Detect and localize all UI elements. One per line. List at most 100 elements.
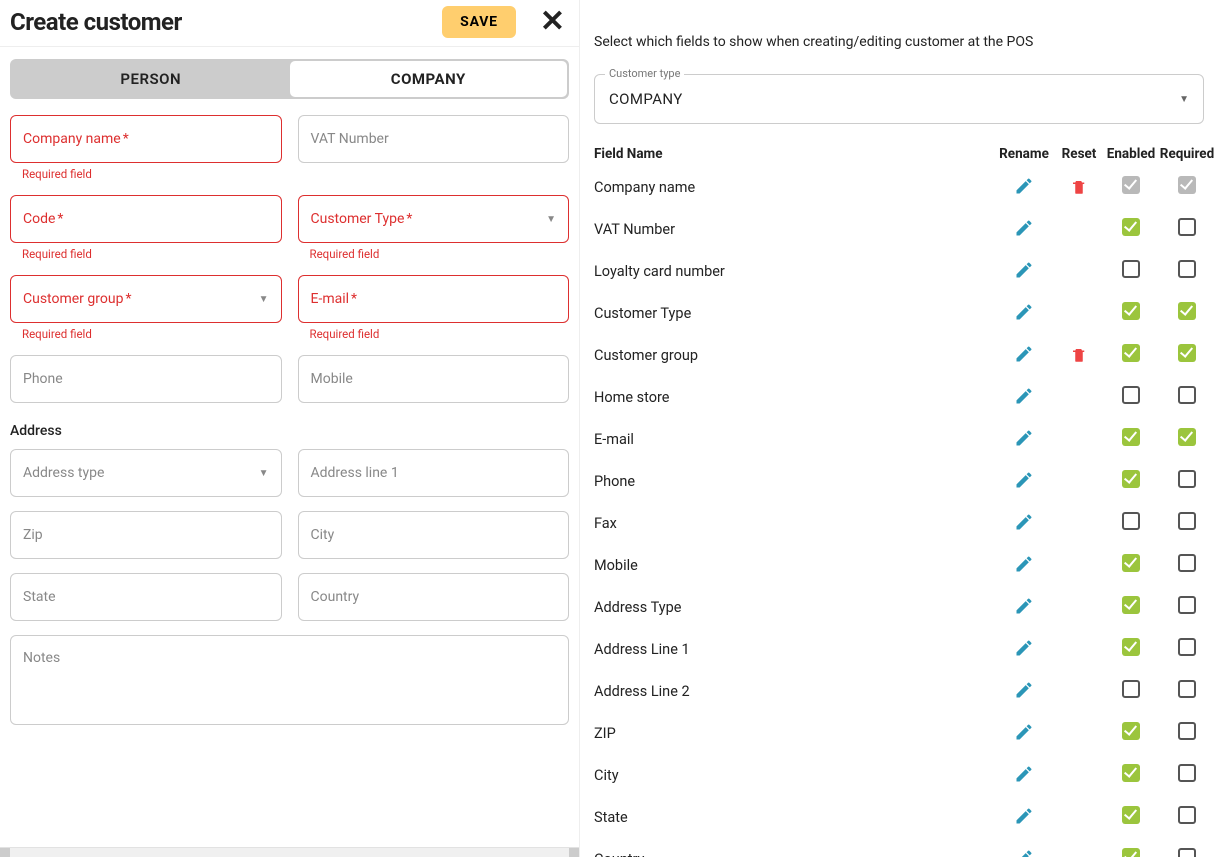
field-name-label: Mobile	[594, 557, 994, 574]
customer-type-config-select[interactable]: Customer type COMPANY ▼	[594, 74, 1204, 124]
rename-icon[interactable]	[1012, 258, 1036, 282]
notes-textarea[interactable]: Notes	[10, 635, 569, 725]
rename-icon[interactable]	[1012, 216, 1036, 240]
required-checkbox[interactable]	[1178, 260, 1196, 278]
required-checkbox[interactable]	[1178, 470, 1196, 488]
enabled-checkbox[interactable]	[1122, 554, 1140, 572]
email-input[interactable]: E-mail*	[298, 275, 570, 323]
required-checkbox[interactable]	[1178, 386, 1196, 404]
reset-icon[interactable]	[1067, 175, 1091, 199]
required-checkbox[interactable]	[1178, 554, 1196, 572]
th-reset: Reset	[1054, 146, 1104, 162]
rename-icon[interactable]	[1012, 678, 1036, 702]
customer-type-select[interactable]: Customer Type* ▼	[298, 195, 570, 243]
enabled-checkbox[interactable]	[1122, 638, 1140, 656]
config-row: City	[594, 754, 1218, 796]
rename-icon[interactable]	[1012, 636, 1036, 660]
required-checkbox[interactable]	[1178, 344, 1196, 362]
enabled-checkbox[interactable]	[1122, 722, 1140, 740]
select-value: COMPANY	[609, 90, 683, 108]
enabled-checkbox[interactable]	[1122, 218, 1140, 236]
code-input[interactable]: Code*	[10, 195, 282, 243]
company-name-input[interactable]: Company name*	[10, 115, 282, 163]
enabled-checkbox[interactable]	[1122, 848, 1140, 857]
field-label: Customer Type	[311, 211, 405, 227]
rename-icon[interactable]	[1012, 174, 1036, 198]
enabled-checkbox[interactable]	[1122, 470, 1140, 488]
vat-input[interactable]: VAT Number	[298, 115, 570, 163]
config-row: Fax	[594, 502, 1218, 544]
reset-icon[interactable]	[1067, 343, 1091, 367]
required-checkbox[interactable]	[1178, 848, 1196, 857]
config-row: Home store	[594, 376, 1218, 418]
enabled-checkbox[interactable]	[1122, 680, 1140, 698]
address-type-select[interactable]: Address type ▼	[10, 449, 282, 497]
field-name-label: City	[594, 767, 994, 784]
country-input[interactable]: Country	[298, 573, 570, 621]
field-label: E-mail	[311, 291, 350, 307]
field-config-panel: Select which fields to show when creatin…	[580, 0, 1218, 857]
rename-icon[interactable]	[1012, 426, 1036, 450]
enabled-checkbox[interactable]	[1122, 260, 1140, 278]
horizontal-scrollbar[interactable]	[0, 847, 579, 857]
rename-icon[interactable]	[1012, 804, 1036, 828]
create-customer-modal: Create customer SAVE ✕ PERSON COMPANY Co…	[0, 0, 580, 857]
config-row: Phone	[594, 460, 1218, 502]
field-name-label: Fax	[594, 515, 994, 532]
required-checkbox	[1178, 176, 1196, 194]
save-button[interactable]: SAVE	[442, 6, 516, 38]
enabled-checkbox[interactable]	[1122, 302, 1140, 320]
enabled-checkbox[interactable]	[1122, 596, 1140, 614]
rename-icon[interactable]	[1012, 720, 1036, 744]
required-checkbox[interactable]	[1178, 764, 1196, 782]
enabled-checkbox[interactable]	[1122, 386, 1140, 404]
required-checkbox[interactable]	[1178, 302, 1196, 320]
enabled-checkbox[interactable]	[1122, 764, 1140, 782]
rename-icon[interactable]	[1012, 762, 1036, 786]
required-checkbox[interactable]	[1178, 680, 1196, 698]
enabled-checkbox[interactable]	[1122, 806, 1140, 824]
rename-icon[interactable]	[1012, 384, 1036, 408]
field-label: State	[23, 589, 56, 605]
required-checkbox[interactable]	[1178, 218, 1196, 236]
rename-icon[interactable]	[1012, 342, 1036, 366]
required-checkbox[interactable]	[1178, 596, 1196, 614]
phone-input[interactable]: Phone	[10, 355, 282, 403]
address-line-1-input[interactable]: Address line 1	[298, 449, 570, 497]
th-required: Required	[1158, 146, 1216, 162]
rename-icon[interactable]	[1012, 300, 1036, 324]
enabled-checkbox[interactable]	[1122, 428, 1140, 446]
mobile-input[interactable]: Mobile	[298, 355, 570, 403]
modal-title: Create customer	[10, 8, 442, 36]
address-section-label: Address	[10, 423, 569, 439]
close-icon[interactable]: ✕	[536, 7, 569, 37]
rename-icon[interactable]	[1012, 510, 1036, 534]
zip-input[interactable]: Zip	[10, 511, 282, 559]
field-name-label: Phone	[594, 473, 994, 490]
th-field-name: Field Name	[594, 146, 994, 162]
tab-company[interactable]: COMPANY	[290, 61, 568, 97]
required-checkbox[interactable]	[1178, 722, 1196, 740]
field-name-label: Customer Type	[594, 305, 994, 322]
required-checkbox[interactable]	[1178, 638, 1196, 656]
enabled-checkbox[interactable]	[1122, 512, 1140, 530]
field-label: Company name	[23, 131, 121, 147]
required-hint: Required field	[310, 327, 570, 341]
field-label: Zip	[23, 527, 43, 543]
customer-group-select[interactable]: Customer group* ▼	[10, 275, 282, 323]
field-name-label: E-mail	[594, 431, 994, 448]
rename-icon[interactable]	[1012, 594, 1036, 618]
tab-person[interactable]: PERSON	[12, 61, 290, 97]
rename-icon[interactable]	[1012, 468, 1036, 492]
rename-icon[interactable]	[1012, 552, 1036, 576]
rename-icon[interactable]	[1012, 846, 1036, 857]
config-row: Company name	[594, 166, 1218, 208]
field-label: Notes	[23, 650, 60, 666]
field-name-label: Address Line 2	[594, 683, 994, 700]
required-checkbox[interactable]	[1178, 428, 1196, 446]
required-checkbox[interactable]	[1178, 806, 1196, 824]
required-checkbox[interactable]	[1178, 512, 1196, 530]
state-input[interactable]: State	[10, 573, 282, 621]
city-input[interactable]: City	[298, 511, 570, 559]
enabled-checkbox[interactable]	[1122, 344, 1140, 362]
